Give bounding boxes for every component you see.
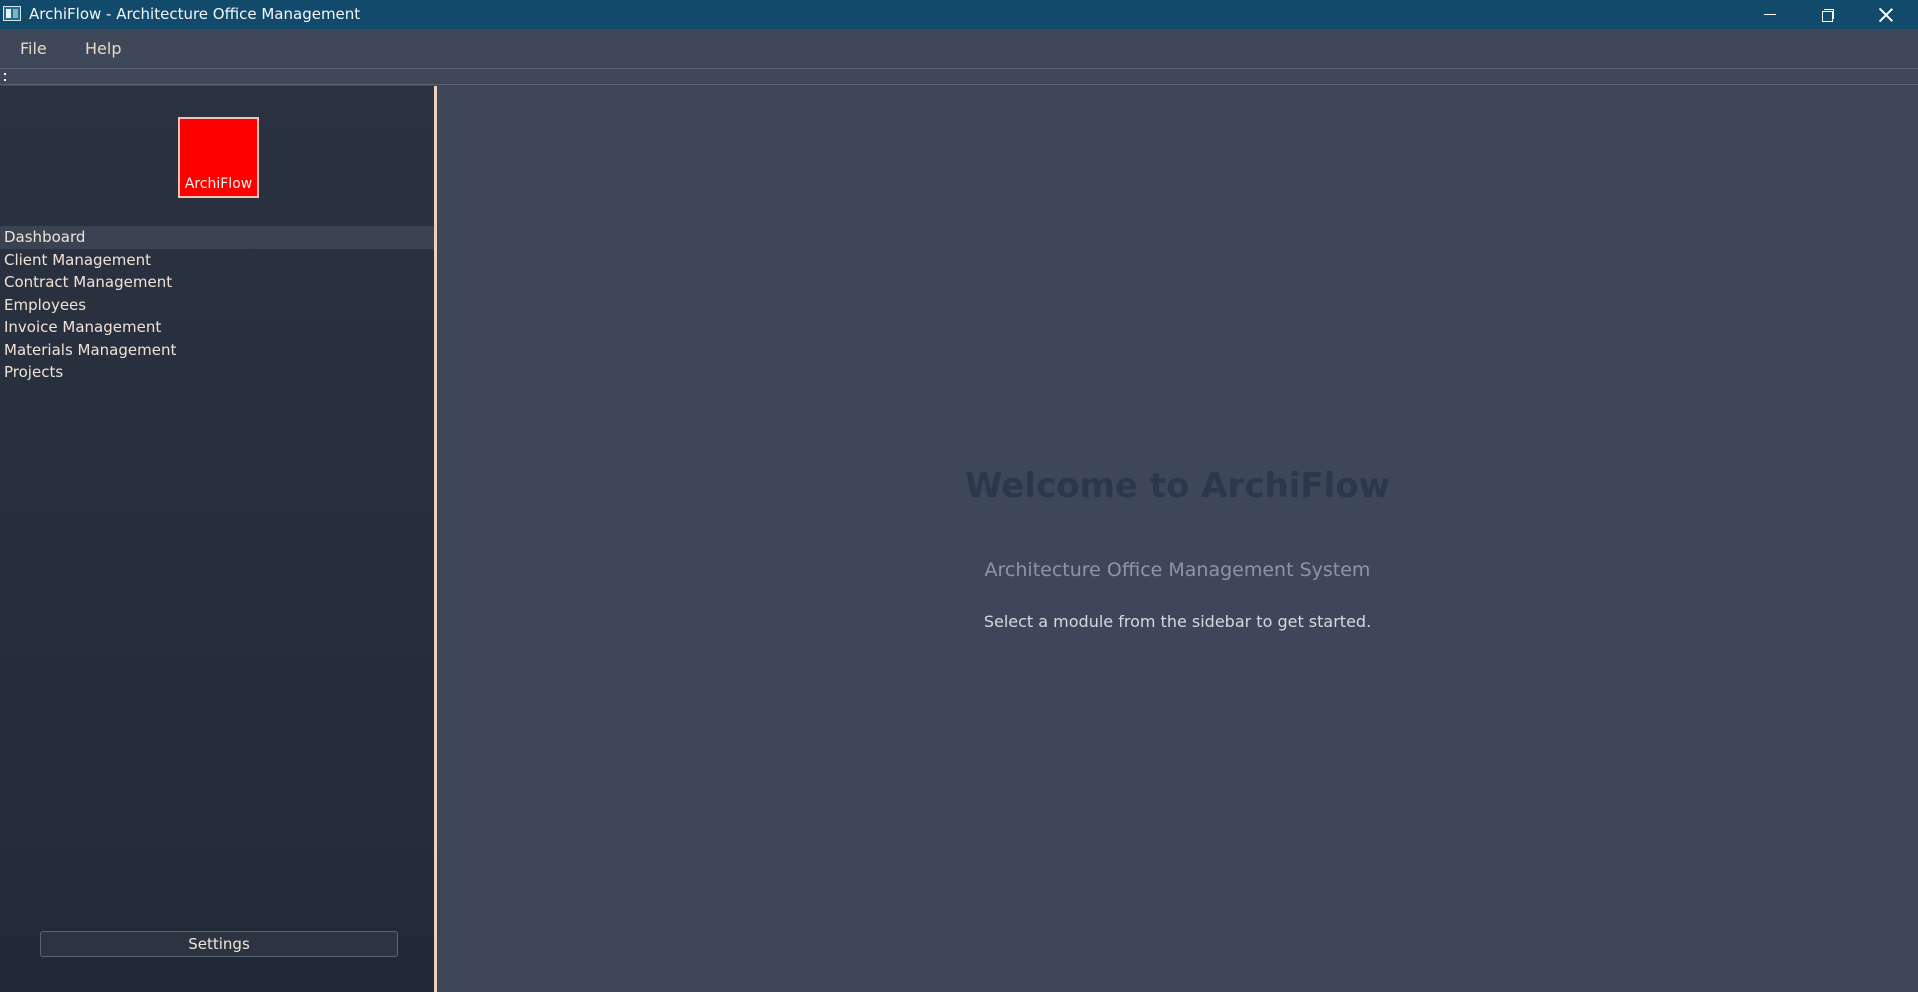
app-logo: ArchiFlow bbox=[178, 117, 259, 198]
sidebar-item-dashboard[interactable]: Dashboard bbox=[0, 226, 434, 249]
window-titlebar: ArchiFlow - Architecture Office Manageme… bbox=[0, 0, 1918, 29]
minimize-button[interactable] bbox=[1741, 0, 1799, 29]
sidebar-item-projects[interactable]: Projects bbox=[0, 361, 434, 384]
menu-file[interactable]: File bbox=[20, 39, 47, 58]
maximize-button[interactable] bbox=[1799, 0, 1857, 29]
settings-button[interactable]: Settings bbox=[40, 931, 398, 957]
close-window-button[interactable] bbox=[1857, 0, 1915, 29]
toolbar bbox=[0, 70, 1918, 85]
sidebar-item-contract-management[interactable]: Contract Management bbox=[0, 271, 434, 294]
restore-icon bbox=[1822, 8, 1834, 22]
minimize-icon bbox=[1764, 14, 1776, 15]
sidebar-item-materials-management[interactable]: Materials Management bbox=[0, 339, 434, 362]
welcome-title: Welcome to ArchiFlow bbox=[964, 466, 1391, 506]
sidebar-item-invoice-management[interactable]: Invoice Management bbox=[0, 316, 434, 339]
sidebar-nav: Dashboard Client Management Contract Man… bbox=[0, 226, 434, 384]
app-window-icon bbox=[3, 6, 21, 21]
logo-text: ArchiFlow bbox=[184, 176, 253, 192]
close-icon bbox=[1879, 8, 1893, 22]
menu-help[interactable]: Help bbox=[85, 39, 121, 58]
sidebar-item-client-management[interactable]: Client Management bbox=[0, 249, 434, 272]
sidebar: ArchiFlow Dashboard Client Management Co… bbox=[0, 86, 434, 992]
main-content: Welcome to ArchiFlow Architecture Office… bbox=[437, 86, 1918, 992]
toolbar-grip-icon[interactable] bbox=[4, 73, 6, 81]
menu-bar: File Help bbox=[0, 29, 1918, 69]
welcome-hint: Select a module from the sidebar to get … bbox=[983, 612, 1372, 631]
window-title: ArchiFlow - Architecture Office Manageme… bbox=[29, 5, 361, 23]
welcome-subtitle: Architecture Office Management System bbox=[984, 559, 1371, 581]
sidebar-item-employees[interactable]: Employees bbox=[0, 294, 434, 317]
